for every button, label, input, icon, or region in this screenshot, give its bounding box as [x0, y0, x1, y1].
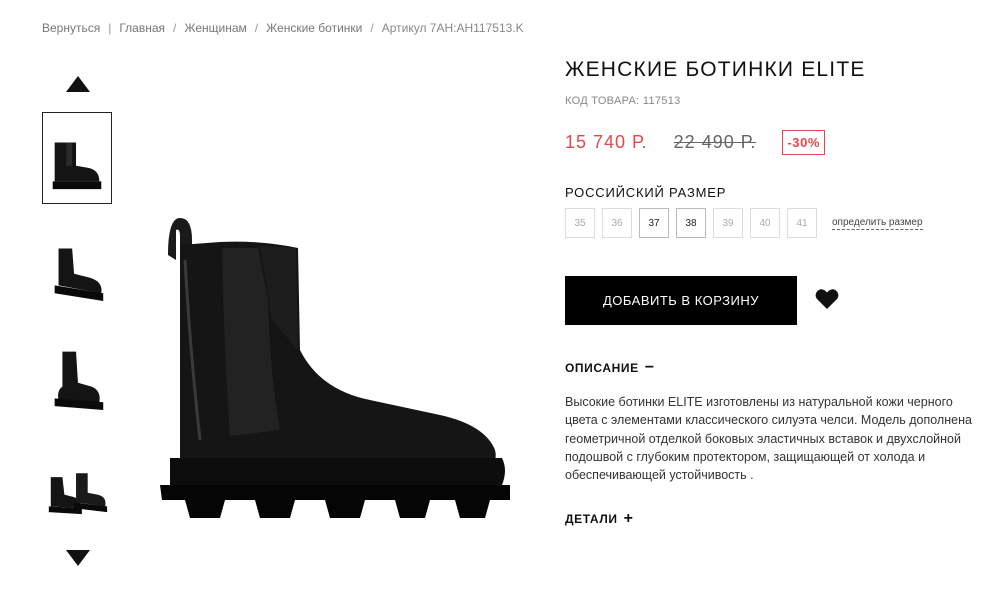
size-option-35[interactable]: 35 — [565, 208, 595, 238]
description-text: Высокие ботинки ELITE изготовлены из нат… — [565, 395, 972, 483]
gallery-down-arrow-icon[interactable] — [66, 550, 90, 566]
breadcrumb-separator: / — [370, 21, 374, 35]
size-option-39[interactable]: 39 — [713, 208, 743, 238]
details-heading: ДЕТАЛИ — [565, 512, 618, 526]
add-to-cart-button[interactable]: ДОБАВИТЬ В КОРЗИНУ — [565, 276, 797, 325]
breadcrumb-women-boots[interactable]: Женские ботинки — [266, 21, 362, 35]
size-option-40[interactable]: 40 — [750, 208, 780, 238]
minus-icon: − — [644, 359, 655, 376]
breadcrumb: Вернуться | Главная / Женщинам / Женские… — [42, 20, 524, 36]
price-old: 22 490 Р. — [673, 131, 757, 152]
breadcrumb-separator: / — [254, 21, 259, 35]
plus-icon: + — [623, 510, 634, 527]
gallery-thumbnail-front[interactable] — [42, 329, 112, 421]
heart-icon[interactable] — [815, 288, 839, 310]
breadcrumb-back[interactable]: Вернуться — [42, 21, 100, 35]
size-option-37[interactable]: 37 — [639, 208, 669, 238]
breadcrumb-separator: / — [173, 21, 177, 35]
size-guide-link[interactable]: определить размер — [832, 217, 923, 230]
size-option-41[interactable]: 41 — [787, 208, 817, 238]
breadcrumb-separator: | — [108, 21, 112, 35]
breadcrumb-women[interactable]: Женщинам — [184, 21, 246, 35]
size-option-38[interactable]: 38 — [676, 208, 706, 238]
product-title: ЖЕНСКИЕ БОТИНКИ ELITE — [565, 58, 866, 81]
size-option-36[interactable]: 36 — [602, 208, 632, 238]
size-selector: 35 36 37 38 39 40 41 определить размер — [565, 208, 923, 238]
gallery-thumbnail-side[interactable] — [42, 112, 112, 204]
gallery-up-arrow-icon[interactable] — [66, 76, 90, 92]
gallery-thumbnail-pair[interactable] — [42, 437, 112, 529]
details-toggle[interactable]: ДЕТАЛИ + — [565, 510, 634, 527]
gallery-thumbnail-three-quarter[interactable] — [42, 220, 112, 312]
breadcrumb-home[interactable]: Главная — [119, 21, 165, 35]
description-heading: ОПИСАНИЕ — [565, 361, 639, 375]
description-toggle[interactable]: ОПИСАНИЕ − — [565, 359, 655, 376]
breadcrumb-current: Артикул 7AH:AH117513.K — [381, 21, 524, 35]
discount-badge: -30% — [782, 129, 826, 155]
product-main-image[interactable] — [140, 200, 520, 580]
size-label: РОССИЙСКИЙ РАЗМЕР — [565, 185, 727, 200]
price-current: 15 740 Р. — [565, 131, 648, 152]
product-sku: КОД ТОВАРА: 117513 — [565, 95, 681, 107]
price-row: 15 740 Р. 22 490 Р. -30% — [565, 128, 826, 156]
